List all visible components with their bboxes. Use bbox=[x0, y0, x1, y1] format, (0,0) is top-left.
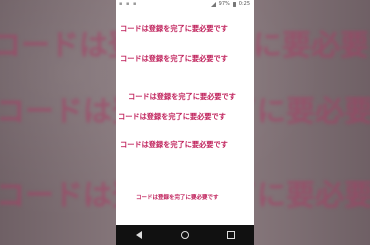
message-text: コードは登録を完了に要必要です bbox=[136, 195, 219, 201]
home-button[interactable] bbox=[178, 228, 192, 242]
home-icon bbox=[181, 231, 189, 239]
status-indicators: 97% 0:25 bbox=[210, 1, 250, 7]
battery-percent: 97% bbox=[218, 1, 230, 7]
battery-icon bbox=[232, 1, 236, 7]
back-button[interactable] bbox=[132, 228, 146, 242]
notification-icons: ▪ ▪ ▪ bbox=[119, 1, 138, 7]
message-text: コードは登録を完了に要必要です bbox=[118, 112, 226, 121]
recents-button[interactable] bbox=[224, 228, 238, 242]
clock: 0:25 bbox=[238, 1, 250, 7]
message-text: コードは登録を完了に要必要です bbox=[120, 140, 228, 149]
message-text: コードは登録を完了に要必要です bbox=[120, 24, 228, 33]
message-text: コードは登録を完了に要必要です bbox=[128, 92, 236, 101]
message-text: コードは登録を完了に要必要です bbox=[120, 54, 228, 63]
recents-icon bbox=[227, 231, 235, 239]
status-bar: ▪ ▪ ▪ 97% 0:25 bbox=[116, 0, 254, 10]
navigation-bar bbox=[116, 225, 254, 245]
back-icon bbox=[136, 231, 142, 239]
phone-screen: ▪ ▪ ▪ 97% 0:25 コードは登録を完了に要必要です コードは登録を完了… bbox=[116, 0, 254, 245]
signal-icon bbox=[210, 1, 216, 7]
